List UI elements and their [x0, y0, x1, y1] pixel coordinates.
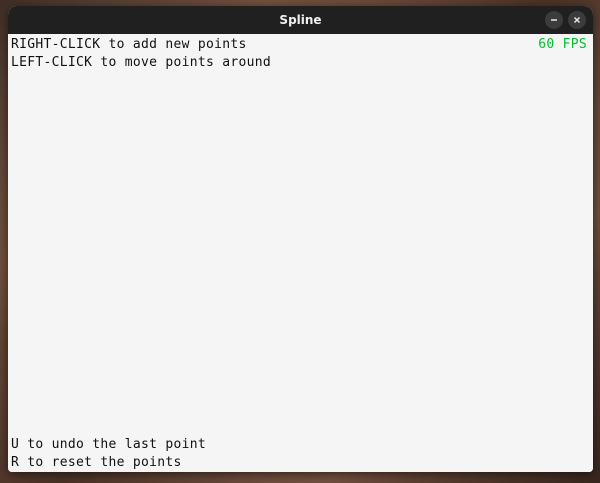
instruction-add-points: RIGHT-CLICK to add new points [11, 37, 247, 52]
title-bar[interactable]: Spline [8, 6, 593, 34]
instruction-undo: U to undo the last point [11, 437, 207, 452]
window-title: Spline [279, 13, 322, 27]
app-window: Spline RIGHT-CLICK to add new points LEF… [8, 6, 593, 472]
minimize-button[interactable] [545, 11, 563, 29]
fps-counter: 60 FPS [538, 37, 587, 52]
instruction-reset: R to reset the points [11, 455, 182, 470]
minimize-icon [551, 19, 557, 21]
spline-canvas[interactable]: RIGHT-CLICK to add new points LEFT-CLICK… [8, 34, 593, 472]
close-button[interactable] [568, 11, 586, 29]
instruction-move-points: LEFT-CLICK to move points around [11, 55, 272, 70]
close-icon [574, 17, 580, 23]
